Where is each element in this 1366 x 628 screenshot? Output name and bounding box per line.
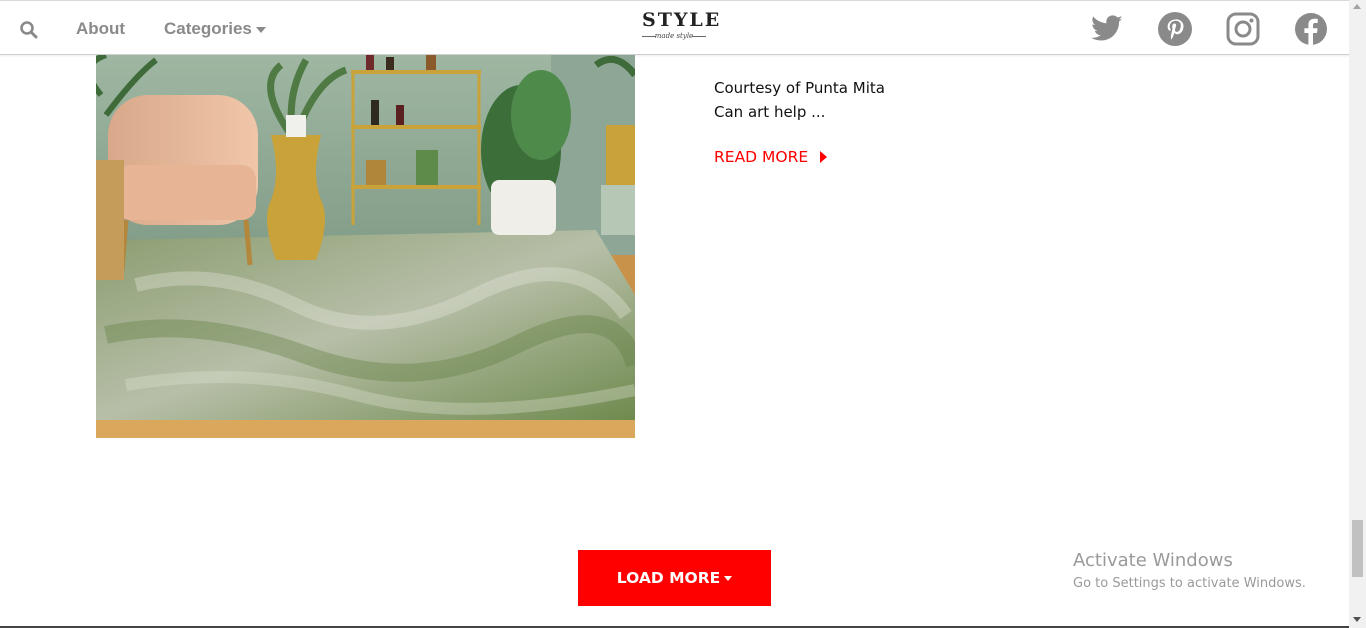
nav-categories-label: Categories (164, 19, 252, 38)
pinterest-icon[interactable] (1158, 12, 1192, 46)
chevron-down-icon (255, 26, 266, 33)
scroll-thumb[interactable] (1352, 520, 1363, 577)
instagram-icon[interactable] (1226, 12, 1260, 46)
article-excerpt: Courtesy of Punta Mita Can art help ... (714, 76, 885, 124)
activate-windows-subtitle: Go to Settings to activate Windows. (1073, 576, 1306, 591)
site-header: About Categories STYLE made style (0, 0, 1349, 55)
caret-right-icon (820, 151, 828, 163)
facebook-icon[interactable] (1294, 12, 1328, 46)
vertical-scrollbar[interactable] (1349, 0, 1366, 628)
excerpt-line-2: Can art help ... (714, 103, 826, 121)
logo-tagline: made style (642, 31, 706, 41)
site-logo[interactable]: STYLE made style (642, 9, 722, 49)
read-more-label: READ MORE (714, 148, 809, 166)
load-more-label: LOAD MORE (616, 569, 721, 587)
twitter-icon[interactable] (1089, 12, 1123, 46)
scroll-up-arrow-icon[interactable] (1353, 4, 1361, 9)
excerpt-line-1: Courtesy of Punta Mita (714, 79, 885, 97)
nav-categories-dropdown[interactable]: Categories (164, 19, 266, 39)
scroll-down-arrow-icon[interactable] (1353, 617, 1361, 622)
load-more-button[interactable]: LOAD MORE (578, 550, 771, 606)
activate-windows-title: Activate Windows (1073, 550, 1233, 571)
search-icon[interactable] (19, 20, 39, 40)
article-image[interactable] (96, 55, 635, 438)
logo-wordmark: STYLE (642, 9, 722, 31)
nav-about-link[interactable]: About (76, 19, 125, 39)
caret-down-icon (724, 575, 733, 581)
read-more-link[interactable]: READ MORE (714, 148, 828, 166)
